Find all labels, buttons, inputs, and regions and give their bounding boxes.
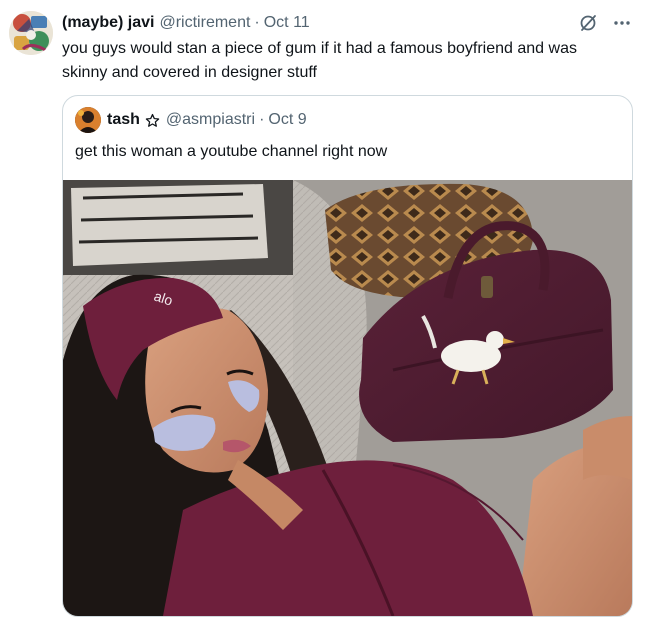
- separator-dot: ·: [254, 14, 260, 31]
- header-actions: [577, 12, 633, 34]
- tweet[interactable]: (maybe) javi @rictirement · Oct 11 you g…: [0, 0, 651, 617]
- quoted-author-handle[interactable]: @asmpiastri: [166, 111, 255, 129]
- quoted-avatar-image-icon: [75, 107, 101, 133]
- avatar-collage-icon: [9, 11, 53, 55]
- tweet-date[interactable]: Oct 11: [264, 14, 310, 32]
- quoted-tweet[interactable]: tash @asmpiastri · Oct 9 get this woman …: [62, 95, 633, 617]
- quoted-media-photo[interactable]: alo: [63, 180, 632, 616]
- grok-icon[interactable]: [577, 12, 599, 34]
- tweet-text: you guys would stan a piece of gum if it…: [62, 40, 577, 81]
- quoted-tweet-date[interactable]: Oct 9: [268, 111, 306, 129]
- author-name[interactable]: (maybe) javi: [62, 14, 154, 32]
- more-dots-icon[interactable]: [611, 12, 633, 34]
- quoted-author-avatar[interactable]: [75, 107, 101, 133]
- tweet-header: (maybe) javi @rictirement · Oct 11: [62, 12, 633, 34]
- quoted-author-name[interactable]: tash: [107, 111, 140, 129]
- author-handle[interactable]: @rictirement: [159, 14, 250, 32]
- quoted-separator-dot: ·: [259, 111, 265, 128]
- selfie-photo-icon: alo: [63, 180, 632, 616]
- star-icon: [145, 113, 160, 128]
- quoted-tweet-text: get this woman a youtube channel right n…: [75, 143, 388, 160]
- quoted-tweet-header: tash @asmpiastri · Oct 9: [75, 107, 307, 133]
- author-avatar[interactable]: [9, 11, 53, 55]
